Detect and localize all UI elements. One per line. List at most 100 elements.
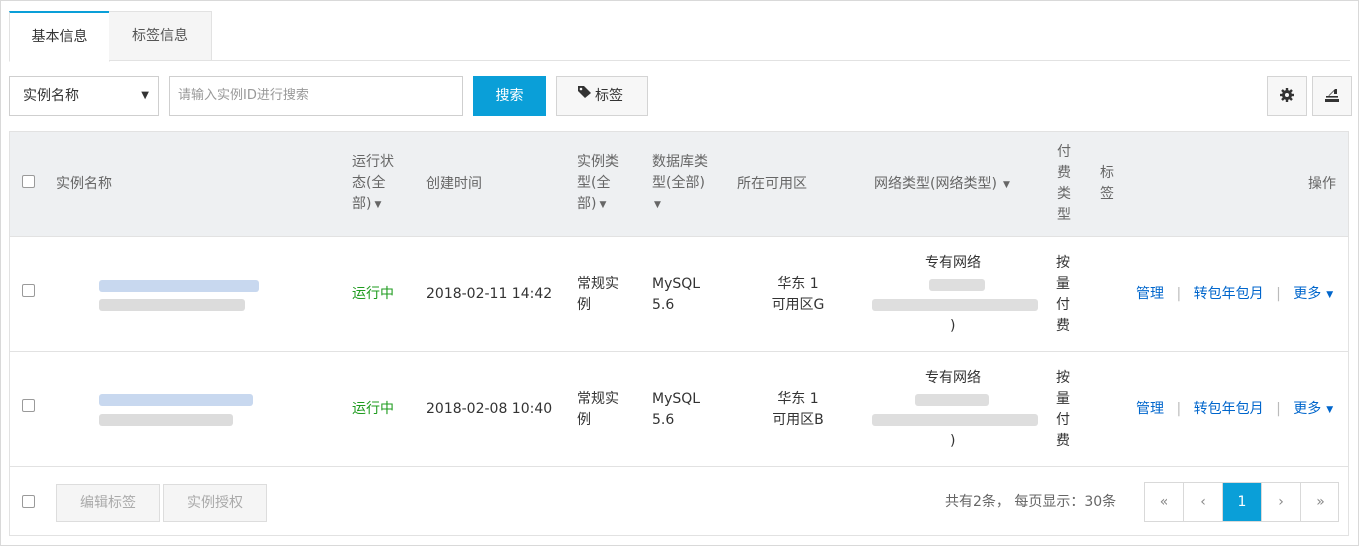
convert-subscription-link[interactable]: 转包年包月 xyxy=(1194,286,1264,302)
header-status-line: 部) xyxy=(352,196,372,212)
search-filter-select[interactable]: 实例名称 ▼ xyxy=(9,76,159,116)
billing-type: 按 量 付 费 xyxy=(1056,368,1070,452)
tab-basic-info[interactable]: 基本信息 xyxy=(9,11,110,62)
caret-down-icon: ▼ xyxy=(1326,405,1334,415)
network-close-paren: ) xyxy=(950,433,956,449)
manage-link[interactable]: 管理 xyxy=(1136,401,1164,417)
more-actions-label: 更多 xyxy=(1293,401,1322,417)
table-row: 运行中 2018-02-11 14:42 常规实 例 MySQL 5.6 华东 … xyxy=(10,237,1348,352)
first-page-button[interactable]: « xyxy=(1145,483,1184,521)
header-name: 实例名称 xyxy=(56,176,112,192)
settings-button[interactable] xyxy=(1267,76,1307,116)
header-network-label: 网络类型(网络类型) xyxy=(874,176,997,192)
action-separator: | xyxy=(1176,286,1182,302)
authorize-instance-button[interactable]: 实例授权 xyxy=(163,484,267,522)
tab-bar: 基本信息 标签信息 xyxy=(9,11,1350,62)
network-type: 专有网络 xyxy=(925,255,981,271)
instance-name-text xyxy=(99,299,245,311)
billing-char: 按 xyxy=(1056,255,1070,271)
row-checkbox[interactable] xyxy=(22,284,35,297)
instance-type: 常规实 例 xyxy=(577,389,619,431)
vpc-id-text xyxy=(929,279,985,291)
more-actions-link[interactable]: 更多 ▼ xyxy=(1293,286,1333,302)
table-footer: 编辑标签 实例授权 共有2条， 每页显示：30条 « ‹ 1 › » xyxy=(10,467,1348,537)
search-button[interactable]: 搜索 xyxy=(473,76,546,116)
row-actions: 管理 | 转包年包月 | 更多 ▼ xyxy=(1136,399,1333,421)
header-tag-char: 标 xyxy=(1100,165,1114,181)
header-actions: 操作 xyxy=(1308,176,1336,192)
row-actions: 管理 | 转包年包月 | 更多 ▼ xyxy=(1136,284,1333,306)
last-page-button[interactable]: » xyxy=(1301,483,1340,521)
billing-char: 量 xyxy=(1056,391,1070,407)
header-created: 创建时间 xyxy=(426,176,482,192)
network-close-paren: ) xyxy=(950,318,956,334)
instance-id-link[interactable] xyxy=(99,280,259,292)
header-status[interactable]: 运行状 态(全 部) ▼ xyxy=(352,152,394,216)
pagination: « ‹ 1 › » xyxy=(1144,482,1339,522)
convert-subscription-link[interactable]: 转包年包月 xyxy=(1194,401,1264,417)
search-input[interactable]: 请输入实例ID进行搜索 xyxy=(169,76,463,116)
instance-type-line: 例 xyxy=(577,297,591,313)
caret-down-icon: ▼ xyxy=(599,200,607,210)
table-row: 运行中 2018-02-08 10:40 常规实 例 MySQL 5.6 华东 … xyxy=(10,352,1348,467)
edit-tags-button[interactable]: 编辑标签 xyxy=(56,484,160,522)
instance-type-line: 例 xyxy=(577,412,591,428)
tag-filter-button[interactable]: 标签 xyxy=(556,76,648,116)
header-type-line: 部) xyxy=(577,196,597,212)
header-type[interactable]: 实例类 型(全 部) ▼ xyxy=(577,152,619,216)
header-status-line: 态(全 xyxy=(352,175,386,191)
header-billing-char: 类 xyxy=(1057,186,1071,202)
tab-tag-info[interactable]: 标签信息 xyxy=(109,11,212,61)
table-header: 实例名称 运行状 态(全 部) ▼ 创建时间 实例类 型(全 部) ▼ 数据库类 型… xyxy=(10,132,1348,237)
tag-filter-label: 标签 xyxy=(595,88,623,104)
billing-char: 付 xyxy=(1056,297,1070,313)
action-separator: | xyxy=(1276,286,1281,302)
export-button[interactable] xyxy=(1312,76,1352,116)
header-billing: 付 费 类 型 xyxy=(1057,142,1071,226)
page-1-button[interactable]: 1 xyxy=(1223,483,1262,521)
caret-down-icon: ▼ xyxy=(654,200,661,210)
instance-name-text xyxy=(99,414,233,426)
created-time: 2018-02-11 14:42 xyxy=(426,286,553,302)
footer-select-all-checkbox[interactable] xyxy=(22,495,35,508)
billing-type: 按 量 付 费 xyxy=(1056,253,1070,337)
status-badge: 运行中 xyxy=(352,286,394,302)
zone: 华东 1 可用区B xyxy=(762,389,834,431)
header-network[interactable]: 网络类型(网络类型) ▼ xyxy=(874,174,1010,196)
more-actions-link[interactable]: 更多 ▼ xyxy=(1293,401,1333,417)
instance-table: 实例名称 运行状 态(全 部) ▼ 创建时间 实例类 型(全 部) ▼ 数据库类 型… xyxy=(9,131,1349,536)
billing-char: 费 xyxy=(1056,433,1070,449)
db-type-line: MySQL xyxy=(652,276,701,292)
vpc-id-text xyxy=(915,394,989,406)
chevron-down-icon: ▼ xyxy=(141,90,149,101)
db-type-line: MySQL xyxy=(652,391,701,407)
select-all-checkbox[interactable] xyxy=(22,175,35,188)
zone: 华东 1 可用区G xyxy=(762,274,834,316)
billing-char: 量 xyxy=(1056,276,1070,292)
header-billing-char: 付 xyxy=(1057,144,1071,160)
instance-id-link[interactable] xyxy=(99,394,253,406)
next-page-button[interactable]: › xyxy=(1262,483,1301,521)
header-billing-char: 型 xyxy=(1057,207,1071,223)
export-icon xyxy=(1324,88,1340,104)
network-type: 专有网络 xyxy=(925,370,981,386)
db-type-line: 5.6 xyxy=(652,412,675,428)
action-separator: | xyxy=(1276,401,1281,417)
header-db-type[interactable]: 数据库类 型(全部) ▼ xyxy=(652,152,708,216)
row-checkbox[interactable] xyxy=(22,399,35,412)
header-status-line: 运行状 xyxy=(352,154,394,170)
created-time: 2018-02-08 10:40 xyxy=(426,401,553,417)
db-type: MySQL 5.6 xyxy=(652,389,700,431)
db-type-line: 5.6 xyxy=(652,297,675,313)
zone-line: 华东 1 xyxy=(777,276,819,292)
billing-char: 按 xyxy=(1056,370,1070,386)
prev-page-button[interactable]: ‹ xyxy=(1184,483,1223,521)
vswitch-id-text xyxy=(872,299,1038,311)
instance-type: 常规实 例 xyxy=(577,274,619,316)
db-type: MySQL 5.6 xyxy=(652,274,700,316)
manage-link[interactable]: 管理 xyxy=(1136,286,1164,302)
header-zone: 所在可用区 xyxy=(737,176,807,192)
zone-line: 可用区G xyxy=(771,297,825,313)
more-actions-label: 更多 xyxy=(1293,286,1322,302)
header-type-line: 型(全 xyxy=(577,175,611,191)
